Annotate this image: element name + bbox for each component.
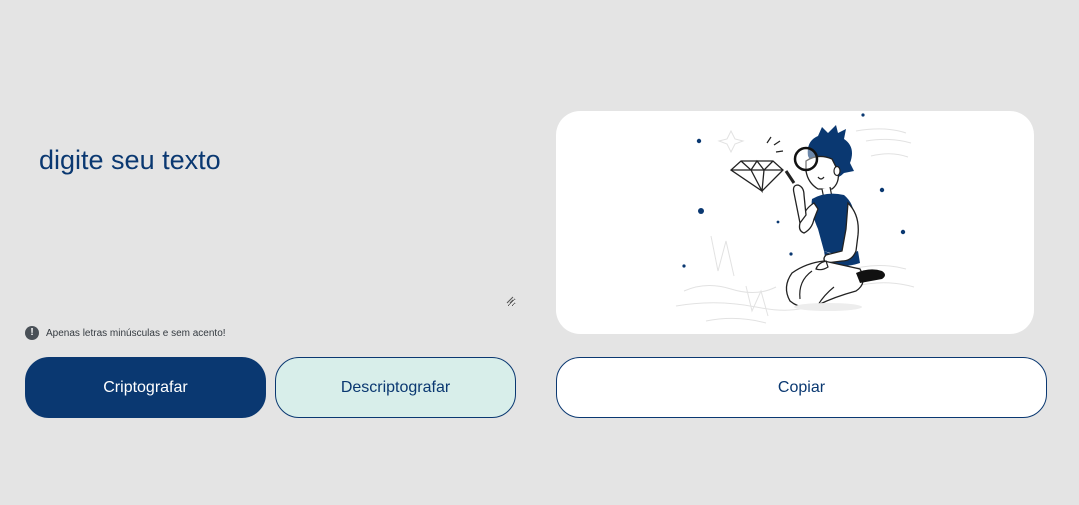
- decrypt-button[interactable]: Descriptografar: [275, 357, 516, 418]
- resize-grip-icon[interactable]: [556, 111, 564, 119]
- input-hint: ! Apenas letras minúsculas e sem acento!: [25, 326, 226, 340]
- person-with-magnifying-glass-illustration: [675, 113, 915, 324]
- hint-text: Apenas letras minúsculas e sem acento!: [46, 327, 226, 339]
- encrypt-button[interactable]: Criptografar: [25, 357, 266, 418]
- decrypt-button-label: Descriptografar: [340, 378, 451, 396]
- text-input[interactable]: [25, 125, 516, 307]
- output-panel[interactable]: [556, 111, 1034, 334]
- copy-button[interactable]: Copiar: [556, 357, 1047, 418]
- copy-button-label: Copiar: [777, 378, 826, 396]
- resize-grip-icon[interactable]: [506, 296, 514, 304]
- exclamation-circle-icon: !: [25, 326, 39, 340]
- encrypt-button-label: Criptografar: [103, 378, 188, 396]
- page: ! Apenas letras minúsculas e sem acento!…: [0, 0, 1079, 505]
